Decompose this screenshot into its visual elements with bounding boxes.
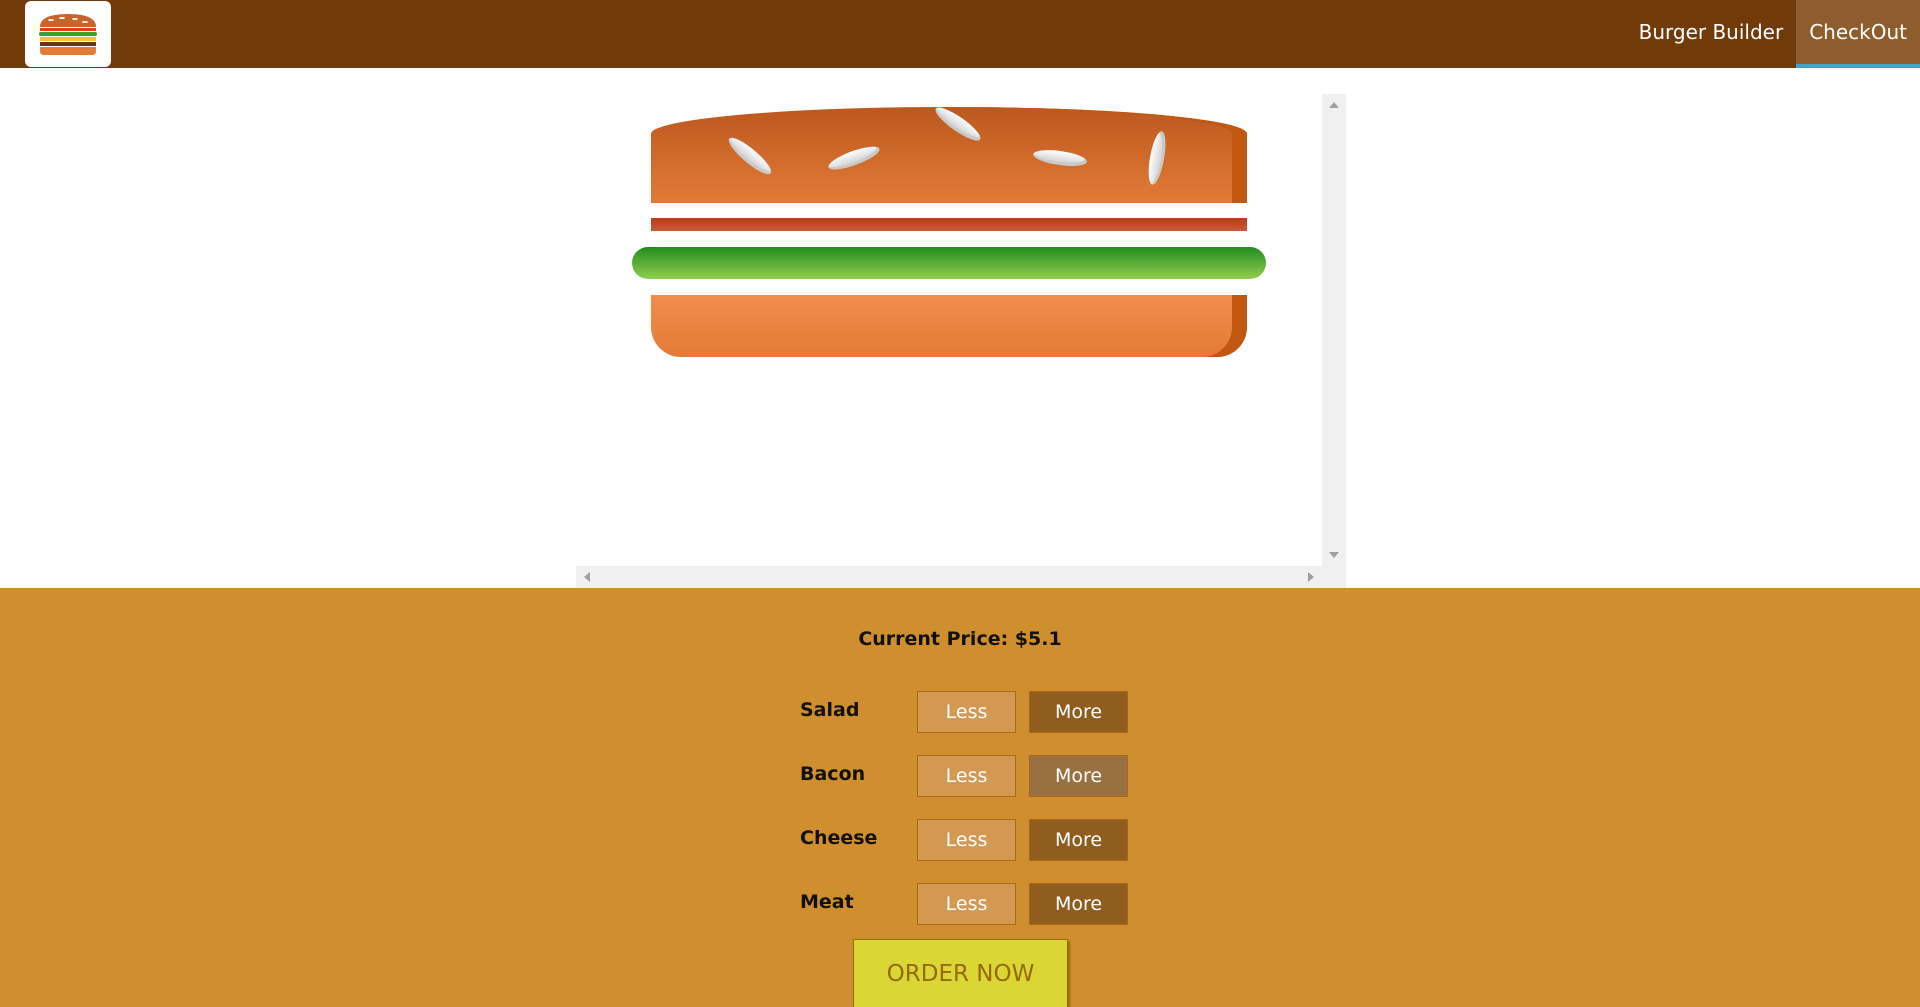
control-meat: Meat Less More [800, 883, 1130, 925]
bread-top [651, 107, 1247, 203]
less-salad-button[interactable]: Less [917, 691, 1016, 733]
ingredient-label-salad: Salad [800, 699, 860, 721]
nav-burger-builder[interactable]: Burger Builder [1626, 0, 1797, 68]
less-bacon-button[interactable]: Less [917, 755, 1016, 797]
scroll-left-arrow-icon[interactable] [584, 572, 590, 582]
ingredient-label-cheese: Cheese [800, 827, 878, 849]
control-salad: Salad Less More [800, 691, 1130, 733]
burger-logo-icon [39, 14, 97, 55]
seed [1145, 130, 1169, 186]
seed [724, 133, 776, 179]
more-bacon-button[interactable]: More [1029, 755, 1128, 797]
scroll-down-arrow-icon[interactable] [1329, 552, 1339, 558]
control-bacon: Bacon Less More [800, 755, 1130, 797]
salad-layer [632, 247, 1266, 279]
order-now-button[interactable]: ORDER NOW [853, 939, 1068, 1007]
toolbar: Burger Builder CheckOut [0, 0, 1920, 68]
navigation: Burger Builder CheckOut [1626, 0, 1920, 68]
seed [931, 107, 985, 146]
seed [1032, 147, 1088, 169]
control-cheese: Cheese Less More [800, 819, 1130, 861]
more-cheese-button[interactable]: More [1029, 819, 1128, 861]
more-salad-button[interactable]: More [1029, 691, 1128, 733]
current-price: Current Price: $5.1 [858, 628, 1062, 650]
burger-logo[interactable] [25, 1, 111, 67]
vertical-scrollbar[interactable] [1322, 94, 1346, 566]
ingredient-label-bacon: Bacon [800, 763, 866, 785]
less-cheese-button[interactable]: Less [917, 819, 1016, 861]
bread-bottom [651, 295, 1247, 357]
scroll-up-arrow-icon[interactable] [1329, 102, 1339, 108]
seed [826, 142, 882, 174]
less-meat-button[interactable]: Less [917, 883, 1016, 925]
bacon-layer [651, 218, 1247, 231]
scrollbar-corner [1322, 566, 1346, 588]
ingredient-label-meat: Meat [800, 891, 854, 913]
horizontal-scrollbar[interactable] [576, 566, 1322, 588]
nav-checkout[interactable]: CheckOut [1796, 0, 1920, 68]
scroll-right-arrow-icon[interactable] [1308, 572, 1314, 582]
more-meat-button[interactable]: More [1029, 883, 1128, 925]
build-controls: Current Price: $5.1 Salad Less More Baco… [0, 588, 1920, 1007]
